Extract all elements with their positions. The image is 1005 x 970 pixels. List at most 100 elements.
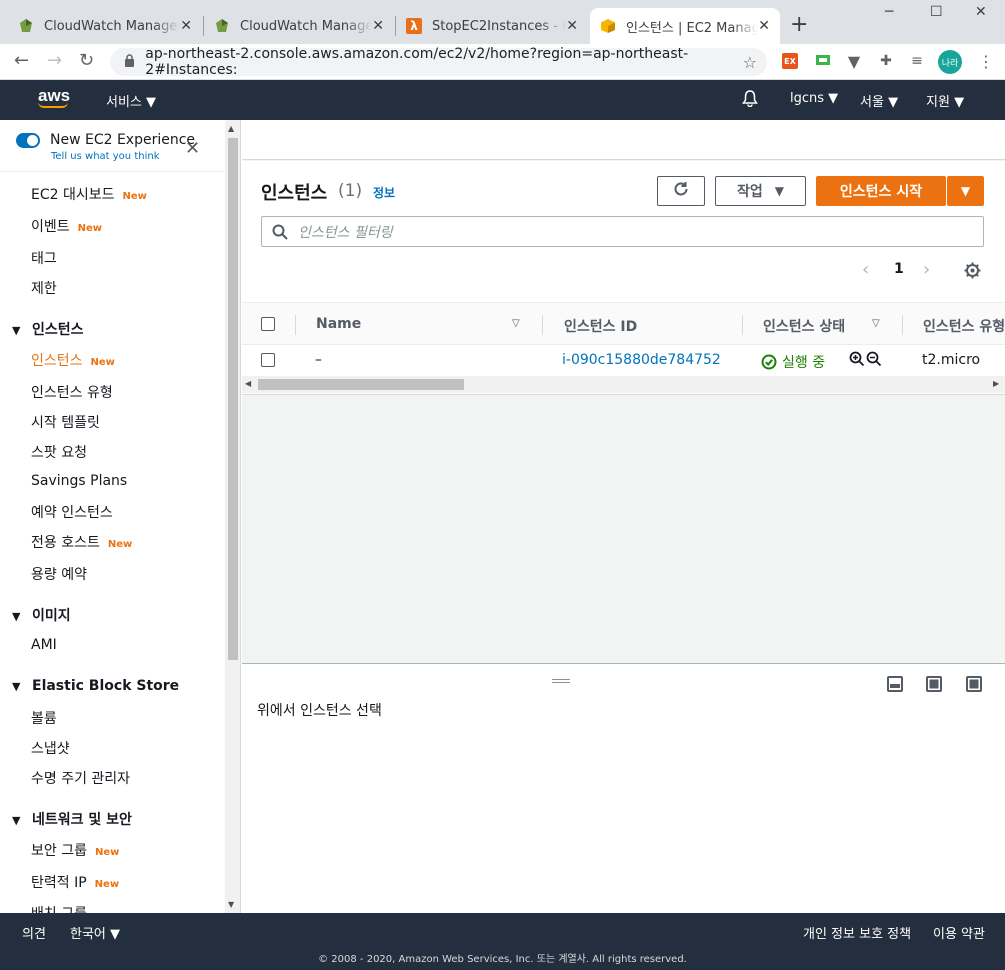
reload-icon[interactable]: ↻ (79, 50, 94, 71)
extensions-puzzle-icon[interactable]: ✚ (878, 53, 894, 69)
sidebar-item-volumes[interactable]: 볼륨 (31, 708, 57, 728)
page-title: 인스턴스 (261, 183, 328, 204)
cell-instance-id-link[interactable]: i-090c15880de784752 (562, 352, 721, 368)
ec2-favicon-icon (600, 18, 616, 34)
refresh-button[interactable] (657, 176, 705, 206)
sidebar-item-instances[interactable]: 인스턴스 New (31, 350, 115, 370)
sidebar-item-limits[interactable]: 제한 (31, 278, 57, 298)
address-bar[interactable]: ap-northeast-2.console.aws.amazon.com/ec… (110, 46, 767, 78)
sidebar-scroll-thumb[interactable] (228, 138, 238, 660)
sidebar-item-savings-plans[interactable]: Savings Plans (31, 473, 127, 489)
browser-tab[interactable]: CloudWatch Management ✕ (8, 8, 202, 44)
aws-logo[interactable]: aws (38, 86, 70, 108)
sidebar-item-launch-templates[interactable]: 시작 템플릿 (31, 412, 100, 432)
browser-tab[interactable]: λ StopEC2Instances - Lambda ✕ (396, 8, 588, 44)
sidebar-item-elastic-ip[interactable]: 탄력적 IP New (31, 872, 119, 892)
section-ebs[interactable]: ▼ Elastic Block Store (12, 678, 179, 694)
sidebar-item-tags[interactable]: 태그 (31, 248, 57, 268)
sidebar-item-reserved[interactable]: 예약 인스턴스 (31, 502, 113, 522)
sidebar-item-snapshots[interactable]: 스냅샷 (31, 738, 70, 758)
sidebar-item-label: 전용 호스트 (31, 535, 100, 551)
bell-icon[interactable] (741, 89, 759, 111)
sort-caret-icon[interactable]: ▽ (512, 318, 520, 329)
new-badge: New (90, 357, 115, 368)
table-horizontal-scrollbar[interactable]: ◀ ▶ (242, 376, 1005, 393)
next-page-icon[interactable]: › (923, 259, 930, 280)
close-window-icon[interactable]: ✕ (975, 4, 987, 20)
sidebar-item-events[interactable]: 이벤트 New (31, 216, 102, 236)
account-menu[interactable]: lgcns ▼ (790, 91, 838, 106)
zoom-out-icon[interactable] (866, 351, 882, 371)
extension-v-icon[interactable]: ▼ (846, 52, 862, 71)
services-menu[interactable]: 서비스 ▼ (106, 91, 156, 110)
layout-full-icon[interactable] (966, 676, 982, 692)
close-tab-icon[interactable]: ✕ (758, 18, 770, 34)
page-number[interactable]: 1 (894, 261, 904, 277)
horizontal-scroll-thumb[interactable] (258, 379, 464, 390)
table-row[interactable]: – i-090c15880de784752 실행 중 t2.micro (242, 345, 1005, 376)
profile-avatar[interactable]: 나라 (938, 50, 962, 74)
privacy-link[interactable]: 개인 정보 보호 정책 (803, 923, 911, 942)
column-header-name[interactable]: Name (316, 316, 361, 332)
extension-screen-icon[interactable] (815, 53, 831, 69)
state-label: 실행 중 (782, 355, 826, 371)
prev-page-icon[interactable]: ‹ (862, 259, 869, 280)
media-queue-icon[interactable]: ≡ (909, 53, 925, 69)
layout-bottom-icon[interactable] (887, 676, 903, 692)
close-tab-icon[interactable]: ✕ (566, 18, 578, 34)
scroll-left-icon[interactable]: ◀ (245, 379, 251, 388)
sidebar-item-security-groups[interactable]: 보안 그룹 New (31, 840, 119, 860)
close-tab-icon[interactable]: ✕ (180, 18, 192, 34)
sidebar-item-placement-groups[interactable]: 배치 그룹 (31, 903, 87, 913)
language-selector[interactable]: 한국어 ▼ (70, 923, 120, 942)
close-icon[interactable]: ✕ (185, 138, 200, 159)
scroll-right-icon[interactable]: ▶ (993, 379, 999, 388)
launch-instance-button[interactable]: 인스턴스 시작 (816, 176, 946, 206)
section-images[interactable]: ▼ 이미지 (12, 605, 71, 625)
back-icon[interactable]: ← (14, 50, 29, 71)
zoom-in-icon[interactable] (849, 351, 865, 371)
resize-grip-icon[interactable] (552, 679, 570, 683)
feedback-link[interactable]: 의견 (22, 923, 46, 942)
column-header-type[interactable]: 인스턴스 유형 (923, 316, 1005, 336)
sort-caret-icon[interactable]: ▽ (872, 318, 880, 329)
sidebar-item-spot-requests[interactable]: 스팟 요청 (31, 442, 87, 462)
scroll-up-icon[interactable]: ▲ (228, 124, 234, 133)
scroll-down-icon[interactable]: ▼ (228, 900, 234, 909)
column-header-state[interactable]: 인스턴스 상태 (763, 316, 845, 336)
split-panel: 위에서 인스턴스 선택 (242, 663, 1005, 913)
browser-menu-icon[interactable]: ⋮ (978, 52, 994, 71)
actions-button[interactable]: 작업 ▼ (715, 176, 806, 206)
select-all-checkbox[interactable] (261, 317, 275, 331)
sidebar-item-dedicated-hosts[interactable]: 전용 호스트 New (31, 532, 132, 552)
maximize-icon[interactable]: ☐ (930, 4, 943, 20)
extension-ex-icon[interactable]: EX (782, 53, 798, 69)
new-tab-icon[interactable]: + (790, 12, 808, 37)
tab-title: StopEC2Instances - Lambda (432, 18, 567, 34)
browser-tab[interactable]: CloudWatch Management ✕ (204, 8, 394, 44)
support-menu[interactable]: 지원 ▼ (926, 91, 964, 110)
launch-dropdown-button[interactable]: ▼ (947, 176, 984, 206)
sidebar-item-lifecycle[interactable]: 수명 주기 관리자 (31, 768, 130, 788)
column-header-instance-id[interactable]: 인스턴스 ID (564, 316, 637, 336)
info-link[interactable]: 정보 (373, 184, 395, 201)
new-experience-toggle[interactable] (16, 133, 40, 148)
layout-side-icon[interactable] (926, 676, 942, 692)
filter-input[interactable]: 인스턴스 필터링 (261, 216, 984, 247)
sidebar-item-ami[interactable]: AMI (31, 637, 57, 653)
sidebar-item-dashboard[interactable]: EC2 대시보드 New (31, 184, 147, 204)
forward-icon[interactable]: → (47, 50, 62, 71)
minimize-icon[interactable]: ─ (885, 4, 893, 20)
terms-link[interactable]: 이용 약관 (933, 923, 985, 942)
section-network[interactable]: ▼ 네트워크 및 보안 (12, 809, 132, 829)
sidebar-item-instance-types[interactable]: 인스턴스 유형 (31, 382, 113, 402)
row-checkbox[interactable] (261, 353, 275, 367)
browser-tab-active[interactable]: 인스턴스 | EC2 Management ✕ (590, 8, 780, 44)
sidebar-item-capacity[interactable]: 용량 예약 (31, 564, 87, 584)
feedback-link[interactable]: Tell us what you think (51, 151, 160, 162)
region-menu[interactable]: 서울 ▼ (860, 91, 898, 110)
bookmark-star-icon[interactable]: ☆ (743, 53, 757, 72)
settings-gear-icon[interactable] (964, 262, 981, 283)
section-instances[interactable]: ▼ 인스턴스 (12, 319, 84, 339)
close-tab-icon[interactable]: ✕ (372, 18, 384, 34)
